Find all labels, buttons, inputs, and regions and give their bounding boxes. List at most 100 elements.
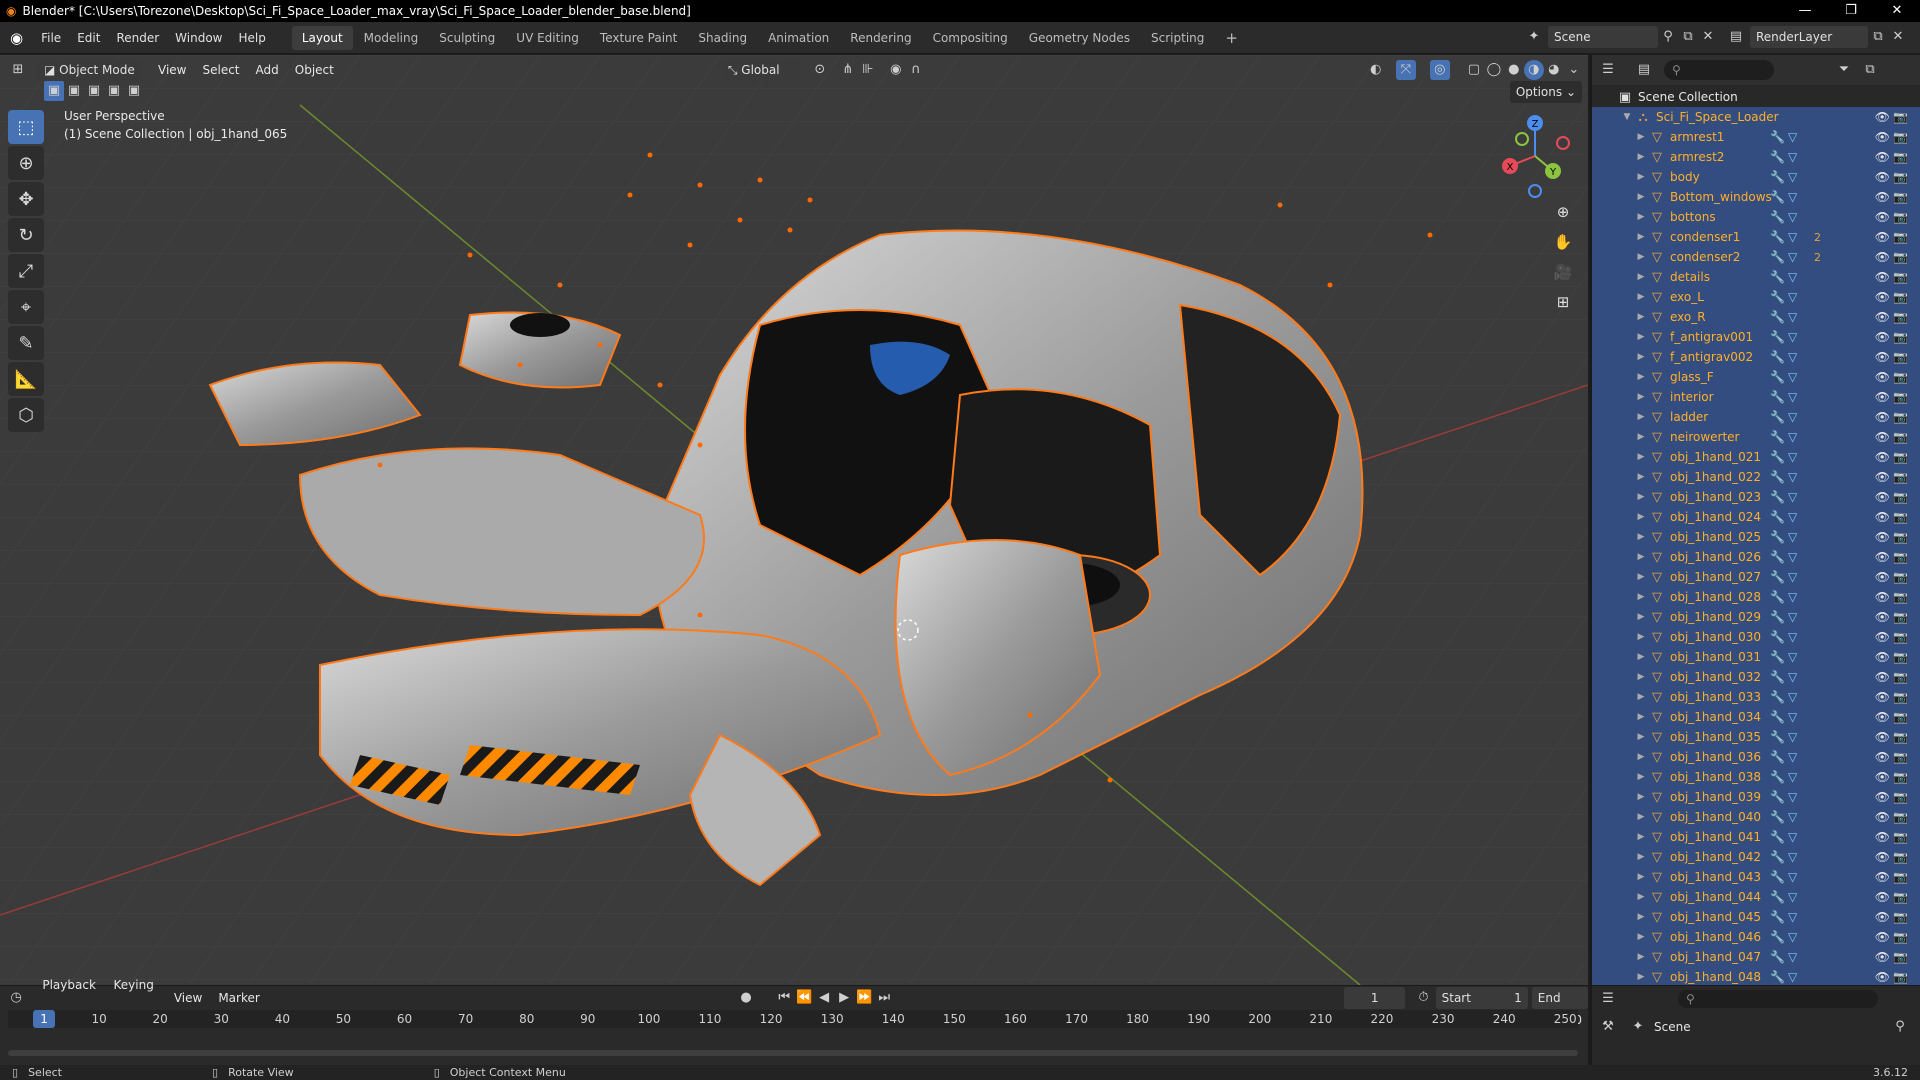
visibility-eye-icon[interactable]: 👁	[1875, 870, 1890, 884]
expand-arrow-icon[interactable]: ▶	[1634, 632, 1648, 642]
outliner-object-row[interactable]: ▶ ▽ obj_1hand_033 🔧▽ 👁 📷	[1592, 687, 1920, 707]
jump-start-icon[interactable]: ⏮	[774, 988, 794, 1008]
expand-arrow-icon[interactable]: ▶	[1634, 212, 1648, 222]
outliner-object-row[interactable]: ▶ ▽ condenser2 🔧▽ 2 👁 📷	[1592, 247, 1920, 267]
render-camera-icon[interactable]: 📷	[1893, 850, 1908, 864]
blender-menu-icon[interactable]: ◉	[0, 29, 33, 47]
outliner-object-row[interactable]: ▶ ▽ bottons 🔧▽ 👁 📷	[1592, 207, 1920, 227]
timeline-editor-icon[interactable]: ◷	[8, 988, 24, 1008]
outliner-object-row[interactable]: ▶ ▽ obj_1hand_029 🔧▽ 👁 📷	[1592, 607, 1920, 627]
play-reverse-icon[interactable]: ◀	[814, 988, 834, 1008]
outliner-object-row[interactable]: ▶ ▽ obj_1hand_048 🔧▽ 👁 📷	[1592, 967, 1920, 987]
expand-arrow-icon[interactable]: ▶	[1634, 352, 1648, 362]
menu-select[interactable]: Select	[194, 57, 247, 83]
modifier-mesh-icons[interactable]: 🔧▽	[1770, 290, 1800, 304]
scene-collection-row[interactable]: ▣ Scene Collection	[1592, 87, 1920, 107]
menu-file[interactable]: File	[33, 22, 69, 54]
expand-arrow-icon[interactable]: ▶	[1634, 652, 1648, 662]
tab-texture-paint[interactable]: Texture Paint	[590, 26, 687, 50]
modifier-mesh-icons[interactable]: 🔧▽	[1770, 670, 1800, 684]
render-camera-icon[interactable]: 📷	[1893, 570, 1908, 584]
falloff-icon[interactable]: ∩	[906, 60, 926, 80]
render-camera-icon[interactable]: 📷	[1893, 390, 1908, 404]
visibility-eye-icon[interactable]: 👁	[1875, 150, 1890, 164]
modifier-mesh-icons[interactable]: 🔧▽	[1770, 310, 1800, 324]
outliner-object-row[interactable]: ▶ ▽ ladder 🔧▽ 👁 📷	[1592, 407, 1920, 427]
modifier-mesh-icons[interactable]: 🔧▽	[1770, 230, 1800, 244]
visibility-eye-icon[interactable]: 👁	[1875, 650, 1890, 664]
visibility-eye-icon[interactable]: 👁	[1875, 310, 1890, 324]
pin-properties-icon[interactable]: ⚲	[1890, 1017, 1910, 1037]
current-frame-field[interactable]: 1	[1344, 987, 1406, 1009]
render-camera-icon[interactable]: 📷	[1893, 130, 1908, 144]
expand-arrow-icon[interactable]: ▶	[1634, 392, 1648, 402]
modifier-mesh-icons[interactable]: 🔧▽	[1770, 830, 1800, 844]
properties-editor-icon[interactable]: ☰	[1598, 989, 1618, 1009]
expand-arrow-icon[interactable]: ▶	[1634, 852, 1648, 862]
modifier-mesh-icons[interactable]: 🔧▽	[1770, 630, 1800, 644]
menu-add[interactable]: Add	[248, 57, 287, 83]
expand-arrow-icon[interactable]: ▶	[1634, 812, 1648, 822]
render-camera-icon[interactable]: 📷	[1893, 970, 1908, 984]
expand-arrow-icon[interactable]: ▶	[1634, 192, 1648, 202]
solid-shading-icon[interactable]: ●	[1504, 60, 1524, 80]
expand-arrow-icon[interactable]: ▶	[1634, 232, 1648, 242]
visibility-eye-icon[interactable]: 👁	[1875, 250, 1890, 264]
expand-arrow-icon[interactable]: ▶	[1634, 292, 1648, 302]
wireframe-shading-icon[interactable]: ◯	[1484, 60, 1504, 80]
visibility-eye-icon[interactable]: 👁	[1875, 170, 1890, 184]
jump-end-icon[interactable]: ⏭	[874, 988, 894, 1008]
modifier-mesh-icons[interactable]: 🔧▽	[1770, 970, 1800, 984]
expand-arrow-icon[interactable]: ▶	[1634, 272, 1648, 282]
outliner-object-row[interactable]: ▶ ▽ armrest1 🔧▽ 👁 📷	[1592, 127, 1920, 147]
outliner-object-row[interactable]: ▶ ▽ obj_1hand_043 🔧▽ 👁 📷	[1592, 867, 1920, 887]
expand-arrow-icon[interactable]: ▶	[1634, 452, 1648, 462]
tab-geometry-nodes[interactable]: Geometry Nodes	[1019, 26, 1140, 50]
pivot-point-icon[interactable]: ⊙	[810, 60, 830, 80]
expand-arrow-icon[interactable]: ▶	[1634, 332, 1648, 342]
modifier-mesh-icons[interactable]: 🔧▽	[1770, 810, 1800, 824]
modifier-mesh-icons[interactable]: 🔧▽	[1770, 650, 1800, 664]
render-camera-icon[interactable]: 📷	[1893, 190, 1908, 204]
visibility-eye-icon[interactable]: 👁	[1875, 370, 1890, 384]
outliner-object-row[interactable]: ▶ ▽ obj_1hand_045 🔧▽ 👁 📷	[1592, 907, 1920, 927]
outliner-object-row[interactable]: ▶ ▽ exo_R 🔧▽ 👁 📷	[1592, 307, 1920, 327]
modifier-mesh-icons[interactable]: 🔧▽	[1770, 150, 1800, 164]
modifier-mesh-icons[interactable]: 🔧▽	[1770, 610, 1800, 624]
visibility-eye-icon[interactable]: 👁	[1875, 770, 1890, 784]
visibility-eye-icon[interactable]: 👁	[1875, 510, 1890, 524]
render-camera-icon[interactable]: 📷	[1893, 810, 1908, 824]
expand-arrow-icon[interactable]: ▶	[1634, 472, 1648, 482]
render-camera-icon[interactable]: 📷	[1893, 670, 1908, 684]
tab-layout[interactable]: Layout	[291, 25, 353, 50]
render-camera-icon[interactable]: 📷	[1893, 950, 1908, 964]
expand-arrow-icon[interactable]: ▶	[1634, 132, 1648, 142]
visibility-eye-icon[interactable]: 👁	[1875, 450, 1890, 464]
visibility-eye-icon[interactable]: 👁	[1875, 630, 1890, 644]
visibility-eye-icon[interactable]: 👁	[1875, 110, 1890, 124]
modifier-mesh-icons[interactable]: 🔧▽	[1770, 490, 1800, 504]
new-scene-icon[interactable]: ⧉	[1678, 27, 1698, 47]
visibility-eye-icon[interactable]: 👁	[1875, 930, 1890, 944]
menu-help[interactable]: Help	[231, 22, 274, 54]
render-layer-icon[interactable]: ▤	[1726, 27, 1746, 47]
modifier-mesh-icons[interactable]: 🔧▽	[1770, 870, 1800, 884]
visibility-eye-icon[interactable]: 👁	[1875, 290, 1890, 304]
render-camera-icon[interactable]: 📷	[1893, 410, 1908, 424]
rotate-tool[interactable]: ↻	[8, 218, 44, 252]
modifier-mesh-icons[interactable]: 🔧▽	[1770, 170, 1800, 184]
outliner-object-row[interactable]: ▶ ▽ Bottom_windows 🔧▽ 👁 📷	[1592, 187, 1920, 207]
menu-timeline-view[interactable]: View	[166, 985, 210, 1011]
visibility-eye-icon[interactable]: 👁	[1875, 270, 1890, 284]
modifier-mesh-icons[interactable]: 🔧▽	[1770, 730, 1800, 744]
timeline-scrollbar[interactable]	[8, 1050, 1578, 1056]
render-camera-icon[interactable]: 📷	[1893, 770, 1908, 784]
add-workspace-button[interactable]: +	[1215, 26, 1248, 50]
render-camera-icon[interactable]: 📷	[1893, 890, 1908, 904]
viewport-scene[interactable]	[0, 55, 1588, 985]
tab-uv-editing[interactable]: UV Editing	[506, 26, 589, 50]
outliner-object-row[interactable]: ▶ ▽ obj_1hand_024 🔧▽ 👁 📷	[1592, 507, 1920, 527]
shading-options-icon[interactable]: ⌄	[1564, 60, 1584, 80]
expand-arrow-icon[interactable]: ▶	[1634, 752, 1648, 762]
visibility-eye-icon[interactable]: 👁	[1875, 550, 1890, 564]
